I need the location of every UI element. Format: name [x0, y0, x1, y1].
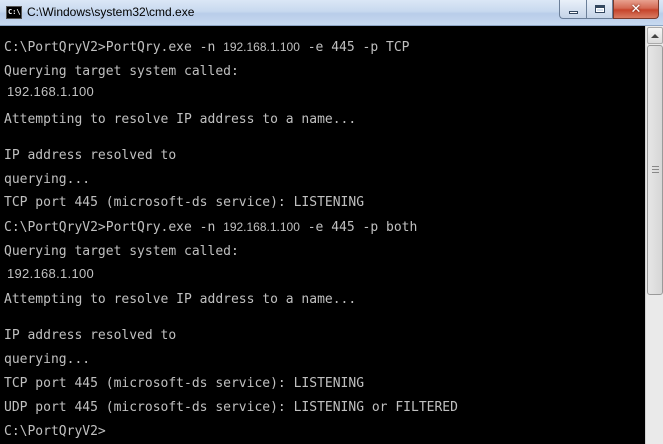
cmd-icon[interactable]: C:\	[6, 6, 22, 19]
command-args: -e 445 -p TCP	[299, 40, 410, 55]
command-line: C:\PortQryV2>PortQry.exe -n 192.168.1.10…	[4, 40, 409, 56]
output-line: Attempting to resolve IP address to a na…	[4, 292, 357, 307]
vertical-scrollbar[interactable]	[645, 26, 663, 444]
output-line: IP address resolved to	[4, 148, 177, 163]
close-button[interactable]: ✕	[613, 0, 659, 19]
close-icon: ✕	[630, 1, 642, 17]
ip-address: 192.168.1.100	[223, 220, 300, 234]
output-line: Querying target system called:	[4, 64, 239, 79]
maximize-button[interactable]	[586, 0, 613, 19]
output-line: TCP port 445 (microsoft-ds service): LIS…	[4, 376, 365, 391]
minimize-button[interactable]	[559, 0, 586, 19]
output-line: Querying target system called:	[4, 244, 239, 259]
ip-address: 192.168.1.100	[223, 40, 300, 54]
grip-line	[652, 166, 659, 167]
arrow-up-icon	[651, 33, 659, 38]
output-line: Attempting to resolve IP address to a na…	[4, 112, 357, 127]
prompt-command: C:\PortQryV2>PortQry.exe -n	[4, 40, 224, 55]
scroll-up-button[interactable]	[647, 27, 663, 44]
console-output[interactable]: C:\PortQryV2>PortQry.exe -n 192.168.1.10…	[0, 26, 645, 444]
output-line: UDP port 445 (microsoft-ds service): LIS…	[4, 400, 458, 415]
output-line: TCP port 445 (microsoft-ds service): LIS…	[4, 195, 365, 210]
maximize-icon	[594, 5, 605, 13]
output-ip-line: 192.168.1.100	[7, 266, 95, 281]
command-args: -e 445 -p both	[299, 220, 418, 235]
window-title: C:\Windows\system32\cmd.exe	[27, 5, 195, 19]
prompt-command: C:\PortQryV2>PortQry.exe -n	[4, 220, 224, 235]
output-line: querying...	[4, 352, 91, 367]
window-controls: ✕	[559, 0, 659, 19]
minimize-icon	[568, 10, 578, 14]
scroll-thumb[interactable]	[647, 45, 663, 295]
grip-line	[652, 169, 659, 170]
command-line: C:\PortQryV2>PortQry.exe -n 192.168.1.10…	[4, 220, 417, 236]
title-bar[interactable]: C:\ C:\Windows\system32\cmd.exe ✕	[0, 0, 663, 26]
output-line: IP address resolved to	[4, 328, 177, 343]
prompt-line: C:\PortQryV2>	[4, 424, 106, 439]
output-ip-line: 192.168.1.100	[7, 84, 95, 99]
output-line: querying...	[4, 172, 91, 187]
grip-line	[652, 172, 659, 173]
